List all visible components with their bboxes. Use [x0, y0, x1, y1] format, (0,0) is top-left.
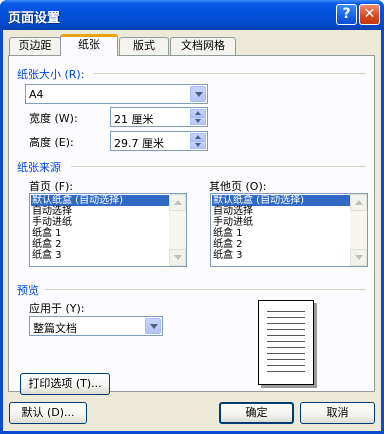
scrollbar[interactable] [169, 194, 186, 266]
scroll-down-icon[interactable] [169, 249, 186, 266]
first-page-source-list[interactable]: 默认纸盒 (自动选择) 自动选择 手动进纸 纸盒 1 纸盒 2 纸盒 3 [29, 193, 187, 267]
list-item[interactable]: 纸盒 2 [212, 239, 350, 250]
scroll-down-icon[interactable] [350, 249, 367, 266]
spin-up-icon[interactable] [190, 109, 206, 117]
close-button[interactable]: ✕ [359, 4, 380, 25]
list-item[interactable]: 默认纸盒 (自动选择) [212, 195, 350, 206]
height-value: 29.7 厘米 [114, 137, 164, 150]
tab-layout[interactable]: 版式 [119, 37, 169, 55]
section-divider [45, 289, 366, 290]
help-button[interactable]: ? [336, 4, 357, 25]
preview-page-thumbnail [258, 300, 314, 385]
print-options-button[interactable]: 打印选项 (T)... [20, 373, 110, 395]
width-spinner[interactable]: 21 厘米 [110, 107, 208, 127]
spin-down-icon[interactable] [190, 141, 206, 149]
list-item[interactable]: 默认纸盒 (自动选择) [31, 195, 169, 206]
list-item[interactable]: 纸盒 3 [31, 250, 169, 261]
list-item[interactable]: 纸盒 2 [31, 239, 169, 250]
spin-down-icon[interactable] [190, 117, 206, 125]
list-item[interactable]: 自动选择 [212, 206, 350, 217]
section-divider [94, 73, 366, 74]
dialog-body: 页边距 纸张 版式 文档网格 纸张大小 (R): A4 宽度 (W): 21 厘… [3, 30, 381, 431]
first-page-label: 首页 (F): [29, 180, 74, 193]
list-item[interactable]: 手动进纸 [31, 217, 169, 228]
tab-paper[interactable]: 纸张 [60, 34, 118, 56]
scroll-up-icon[interactable] [350, 194, 367, 211]
paper-source-heading: 纸张来源 [17, 161, 61, 174]
ok-button[interactable]: 确定 [219, 402, 294, 424]
list-item[interactable]: 纸盒 3 [212, 250, 350, 261]
width-value: 21 厘米 [114, 113, 154, 126]
apply-to-value: 整篇文档 [33, 322, 77, 335]
page-setup-dialog: 页面设置 ? ✕ 页边距 纸张 版式 文档网格 纸张大小 (R): A4 宽度 … [0, 0, 384, 434]
apply-to-select[interactable]: 整篇文档 [29, 316, 163, 336]
scrollbar[interactable] [350, 194, 367, 266]
spin-up-icon[interactable] [190, 133, 206, 141]
other-pages-source-list[interactable]: 默认纸盒 (自动选择) 自动选择 手动进纸 纸盒 1 纸盒 2 纸盒 3 [210, 193, 368, 267]
apply-to-label: 应用于 (Y): [29, 302, 85, 315]
chevron-down-icon[interactable] [145, 318, 161, 334]
paper-size-select[interactable]: A4 [25, 84, 208, 104]
section-divider [71, 166, 366, 167]
tab-panel-paper: 纸张大小 (R): A4 宽度 (W): 21 厘米 高度 (E): 29.7 … [8, 55, 375, 395]
tab-margins[interactable]: 页边距 [9, 37, 61, 55]
list-item[interactable]: 纸盒 1 [212, 228, 350, 239]
list-item[interactable]: 手动进纸 [212, 217, 350, 228]
list-item[interactable]: 自动选择 [31, 206, 169, 217]
tab-document-grid[interactable]: 文档网格 [170, 37, 236, 55]
width-label: 宽度 (W): [29, 112, 78, 125]
window-title: 页面设置 [8, 11, 61, 26]
cancel-button[interactable]: 取消 [300, 402, 375, 424]
other-pages-label: 其他页 (O): [209, 180, 267, 193]
list-item[interactable]: 纸盒 1 [31, 228, 169, 239]
paper-size-value: A4 [29, 88, 44, 101]
height-label: 高度 (E): [29, 136, 74, 149]
height-spinner[interactable]: 29.7 厘米 [110, 131, 208, 151]
title-bar[interactable]: 页面设置 ? ✕ [0, 0, 384, 30]
chevron-down-icon[interactable] [190, 86, 206, 102]
preview-heading: 预览 [17, 284, 39, 297]
paper-size-heading: 纸张大小 (R): [17, 68, 85, 81]
default-button[interactable]: 默认 (D)... [9, 402, 87, 424]
scroll-up-icon[interactable] [169, 194, 186, 211]
